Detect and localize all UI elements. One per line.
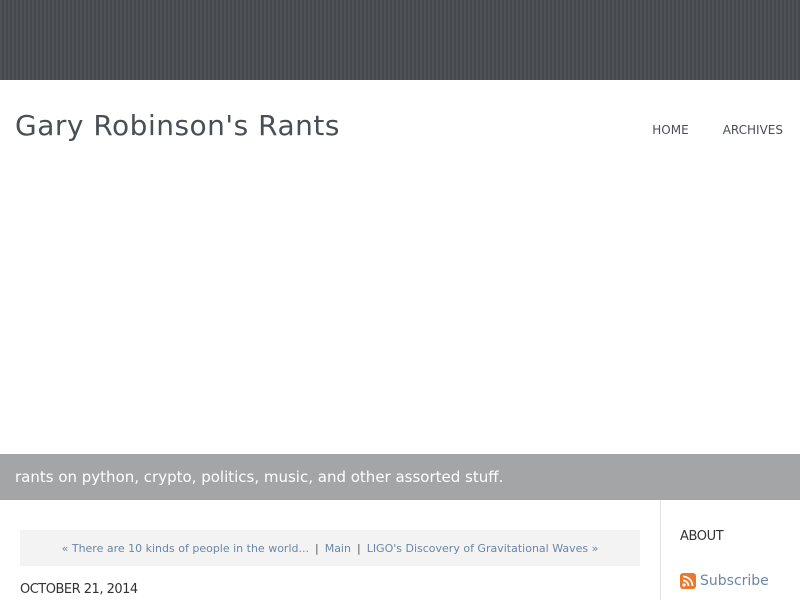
nav-home-link[interactable]: HOME (652, 123, 688, 137)
main-nav: HOME ARCHIVES (652, 123, 783, 137)
subscribe-link[interactable]: Subscribe (680, 573, 769, 589)
previous-post-link[interactable]: « There are 10 kinds of people in the wo… (62, 542, 309, 555)
site-title-link[interactable]: Gary Robinson's Rants (15, 109, 340, 142)
main-content: « There are 10 kinds of people in the wo… (0, 500, 660, 600)
post-navigation: « There are 10 kinds of people in the wo… (20, 530, 640, 566)
sidebar-heading-about: ABOUT (680, 529, 724, 544)
site-tagline: rants on python, crypto, politics, music… (15, 468, 504, 486)
post-nav-separator: | (356, 541, 361, 555)
nav-archives-link[interactable]: ARCHIVES (723, 123, 783, 137)
rss-icon (680, 573, 696, 589)
top-banner (0, 0, 800, 80)
tagline-bar: rants on python, crypto, politics, music… (0, 454, 800, 500)
sidebar: ABOUT Subscribe (660, 500, 800, 600)
main-link[interactable]: Main (325, 542, 351, 555)
post-nav-separator: | (314, 541, 319, 555)
post-date: OCTOBER 21, 2014 (20, 582, 138, 597)
site-header: Gary Robinson's Rants HOME ARCHIVES (0, 80, 800, 454)
next-post-link[interactable]: LIGO's Discovery of Gravitational Waves … (367, 542, 599, 555)
subscribe-label: Subscribe (700, 573, 769, 589)
